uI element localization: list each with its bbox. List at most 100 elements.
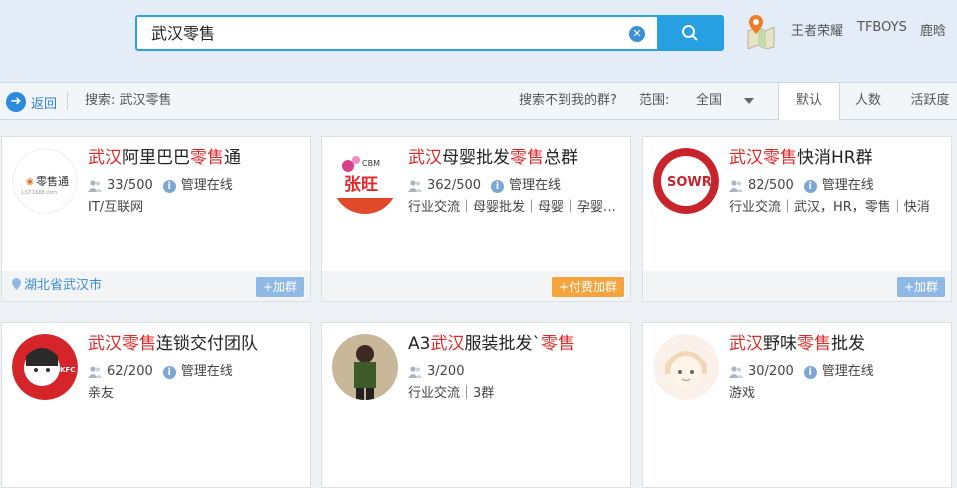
title-text: 母婴批发 [442,148,510,168]
svg-text:◉: ◉ [26,177,34,187]
back-arrow-icon: ➜ [6,92,26,112]
members-icon [729,180,743,192]
svg-text:LST.1688.com: LST.1688.com [22,190,57,196]
manage-status: 管理在线 [509,178,562,193]
group-avatar[interactable]: KFC [12,334,78,400]
group-card[interactable]: 武汉野味零售批发 30/200 i 管理在线 游戏 [642,322,952,488]
group-card[interactable]: KFC 武汉零售连锁交付团队 62/200 i 管理在线亲友 [1,322,311,488]
card-footer: +付费加群 [322,271,630,301]
member-count: 82/500 [748,178,794,193]
group-title[interactable]: 武汉零售连锁交付团队 [88,331,258,357]
info-icon: i [803,365,817,379]
toolbar: ➜ 返回 搜索: 武汉零售 搜索不到我的群? 范围: 全国 默认 人数 活跃度 [0,82,957,120]
members-icon [408,366,422,378]
tab-members[interactable]: 人数 [839,83,897,119]
title-keyword: 零售 [797,334,831,354]
search-button[interactable] [657,15,724,51]
title-text: 服装批发` [464,334,541,354]
svg-text:KFC: KFC [60,366,75,374]
group-card[interactable]: SOWR 武汉零售快消HR群 82/500 i 管理在线行业交流｜武汉，HR，零售｜快消… [642,136,952,302]
title-keyword: 武汉 [729,334,763,354]
location-pin-icon [12,278,21,290]
info-icon: i [162,179,176,193]
group-title[interactable]: 武汉野味零售批发 [729,331,865,357]
location[interactable]: 湖北省武汉市 [12,271,102,301]
group-avatar[interactable]: SOWR [653,148,719,214]
back-button[interactable]: ➜ 返回 [6,91,57,113]
group-avatar[interactable]: ◉ 零售通 LST.1688.com [12,148,78,214]
search-query[interactable]: 武汉零售 [151,17,215,51]
manage-status: 管理在线 [180,178,233,193]
divider [67,92,68,110]
svg-text:张旺: 张旺 [344,175,378,195]
group-tags: 亲友 [88,386,115,401]
member-count: 362/500 [427,178,482,193]
members-icon [88,180,102,192]
group-stats: 82/500 i 管理在线 [729,177,874,195]
card-footer: +加群 [643,271,951,301]
title-text: 通 [224,148,241,168]
title-text: 阿里巴巴 [122,148,190,168]
title-text: 总群 [544,148,578,168]
clear-icon[interactable]: ✕ [629,26,645,42]
member-count: 62/200 [107,364,153,379]
join-button[interactable]: +加群 [896,277,945,297]
svg-text:CBM: CBM [362,159,380,168]
card-footer: 湖北省武汉市 +加群 [2,271,310,301]
member-count: 30/200 [748,364,794,379]
hot-search-2[interactable]: TFBOYS [857,20,907,35]
svg-text:SOWR: SOWR [667,175,712,190]
group-card[interactable]: ◉ 零售通 LST.1688.com 武汉阿里巴巴零售通 33/500 i 管理在线 IT/互… [1,136,311,302]
hot-search-3[interactable]: 鹿晗 [920,20,946,39]
group-title[interactable]: 武汉母婴批发零售总群 [408,145,578,171]
header: 武汉零售 ✕ 王者荣耀 TFBOYS 鹿晗 [0,0,957,82]
group-avatar[interactable] [332,334,398,400]
manage-status: 管理在线 [180,364,233,379]
map-pin-icon[interactable] [744,13,776,49]
group-stats: 362/500 i 管理在线 [408,177,561,195]
range-select[interactable]: 全国 [696,83,722,119]
title-keyword: 零售 [763,148,797,168]
back-label: 返回 [31,96,58,112]
group-tags: 行业交流｜母婴批发｜母婴｜孕婴… [408,200,617,215]
group-tags: IT/互联网 [88,200,144,215]
breadcrumb: 搜索: 武汉零售 [85,93,172,108]
members-icon [729,366,743,378]
not-found-link[interactable]: 搜索不到我的群? [519,83,617,119]
member-count: 33/500 [107,178,153,193]
group-stats: 3/200 [408,363,464,381]
tab-activity[interactable]: 活跃度 [900,83,957,119]
group-tags: 行业交流｜武汉，HR，零售｜快消 [729,200,930,215]
title-keyword: 武汉 [729,148,763,168]
group-avatar[interactable]: CBM 张旺 [332,148,398,214]
title-text: 野味 [763,334,797,354]
title-keyword: 武汉 [88,334,122,354]
group-title[interactable]: 武汉阿里巴巴零售通 [88,145,241,171]
manage-status: 管理在线 [821,178,874,193]
group-avatar[interactable] [653,334,719,400]
search-input[interactable]: 武汉零售 ✕ [135,15,657,51]
group-stats: 33/500 i 管理在线 [88,177,233,195]
join-button[interactable]: +加群 [255,277,304,297]
tab-default[interactable]: 默认 [778,83,840,120]
members-icon [88,366,102,378]
hot-search-1[interactable]: 王者荣耀 [791,20,843,39]
group-title[interactable]: 武汉零售快消HR群 [729,145,873,171]
title-text: 连锁交付团队 [156,334,258,354]
manage-status: 管理在线 [821,364,874,379]
chevron-down-icon[interactable] [744,98,754,104]
title-keyword: 零售 [190,148,224,168]
info-icon: i [162,365,176,379]
group-title[interactable]: A3武汉服装批发`零售 [408,331,575,357]
title-keyword: 武汉 [88,148,122,168]
title-keyword: 零售 [510,148,544,168]
join-button[interactable]: +付费加群 [551,277,624,297]
group-card[interactable]: A3武汉服装批发`零售 3/200 行业交流｜3群 [321,322,631,488]
info-icon: i [491,179,505,193]
group-tags: 行业交流｜3群 [408,386,495,401]
title-keyword: 零售 [540,334,575,354]
svg-text:零售通: 零售通 [36,174,69,188]
title-keyword: 武汉 [408,148,442,168]
range-label: 范围: [639,93,670,108]
group-card[interactable]: CBM 张旺 武汉母婴批发零售总群 362/500 i 管理在线行业交流｜母婴批发｜母婴｜… [321,136,631,302]
